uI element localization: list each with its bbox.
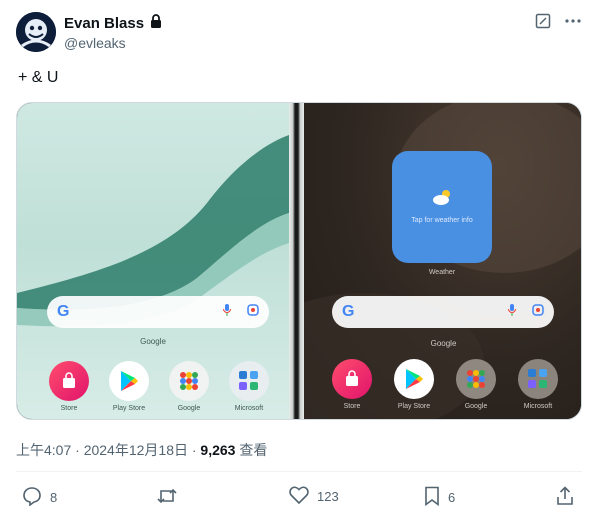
play-store-icon — [394, 359, 434, 399]
google-g-icon: G — [57, 303, 70, 320]
app-label: Microsoft — [523, 403, 553, 410]
app-label: Google — [464, 403, 488, 410]
app-label: Store — [60, 405, 78, 412]
lens-icon[interactable] — [532, 303, 544, 321]
share-icon — [556, 486, 574, 509]
share-button[interactable] — [556, 486, 574, 509]
mic-icon[interactable] — [508, 303, 516, 321]
edit-icon[interactable] — [534, 12, 552, 30]
app-store[interactable]: Store — [45, 361, 93, 412]
app-label: Microsoft — [234, 405, 264, 412]
app-microsoft-folder[interactable]: Microsoft — [514, 359, 562, 410]
tweet-meta: 上午4:07 · 2024年12月18日 · 9,263 查看 — [16, 440, 267, 460]
app-play-store[interactable]: Play Store — [105, 361, 153, 412]
lock-icon — [150, 14, 162, 33]
app-label: Store — [343, 403, 361, 410]
app-play-store[interactable]: Play Store — [390, 359, 438, 410]
reply-icon — [22, 486, 42, 509]
weather-caption: Weather — [428, 269, 456, 276]
avatar[interactable] — [16, 12, 56, 52]
left-search-bar[interactable]: G — [47, 296, 269, 328]
mic-icon[interactable] — [223, 303, 231, 321]
app-label: Google — [177, 405, 201, 412]
action-bar: 8 123 6 — [0, 478, 598, 518]
author-handle[interactable]: @evleaks — [64, 35, 126, 51]
like-button[interactable]: 123 — [289, 486, 339, 507]
tweet-text: + & U — [18, 69, 59, 86]
right-search-caption: Google — [430, 339, 457, 348]
left-search-caption: Google — [140, 337, 166, 346]
like-count: 123 — [317, 489, 339, 504]
left-screen: G Google Store Play Store Google Microso… — [17, 103, 289, 419]
views-count: 9,263 — [200, 442, 236, 458]
bookmark-button[interactable]: 6 — [424, 486, 455, 509]
app-store[interactable]: Store — [328, 359, 376, 410]
reply-button[interactable]: 8 — [22, 486, 57, 509]
more-icon[interactable] — [564, 12, 582, 30]
weather-subtitle: Tap for weather info — [411, 216, 473, 224]
divider — [16, 471, 582, 472]
avatar-image — [16, 12, 56, 52]
weather-cloud-icon — [431, 189, 453, 210]
heart-icon — [289, 486, 309, 507]
store-bag-icon — [332, 359, 372, 399]
views-label: 查看 — [235, 442, 268, 458]
author-name[interactable]: Evan Blass — [64, 15, 144, 32]
lens-icon[interactable] — [247, 303, 259, 321]
repost-button[interactable] — [156, 486, 186, 509]
app-label: Play Store — [112, 405, 146, 412]
reply-count: 8 — [50, 490, 58, 505]
bookmark-icon — [424, 486, 440, 509]
app-google-folder[interactable]: Google — [165, 361, 213, 412]
tweet-media[interactable]: G Google Store Play Store Google Microso… — [16, 102, 582, 420]
right-search-bar[interactable]: G — [332, 296, 554, 328]
store-bag-icon — [49, 361, 89, 401]
microsoft-folder-icon — [229, 361, 269, 401]
google-folder-icon — [456, 359, 496, 399]
weather-widget[interactable]: Tap for weather info — [392, 151, 492, 263]
repost-icon — [156, 486, 178, 509]
google-g-icon: G — [342, 303, 355, 320]
google-folder-icon — [169, 361, 209, 401]
hinge-divider — [289, 103, 304, 419]
app-label: Play Store — [397, 403, 431, 410]
bookmark-count: 6 — [448, 490, 456, 505]
app-google-folder[interactable]: Google — [452, 359, 500, 410]
play-store-icon — [109, 361, 149, 401]
microsoft-folder-icon — [518, 359, 558, 399]
tweet-timestamp[interactable]: 上午4:07 · 2024年12月18日 · — [16, 442, 200, 458]
right-screen: Tap for weather info Weather G Google St… — [304, 103, 581, 419]
app-microsoft-folder[interactable]: Microsoft — [225, 361, 273, 412]
